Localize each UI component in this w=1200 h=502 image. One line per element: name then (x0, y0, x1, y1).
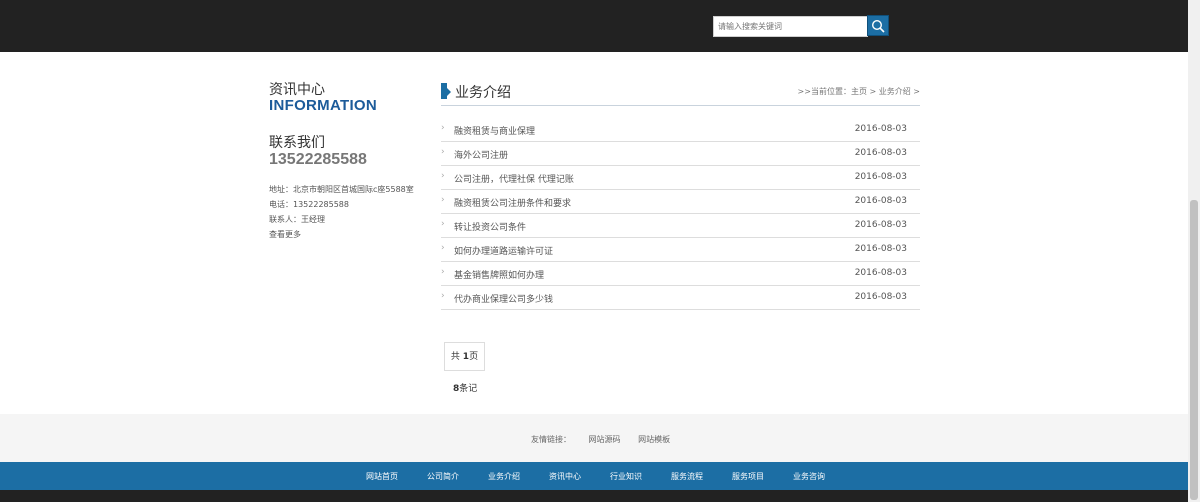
article-title[interactable]: 代办商业保理公司多少钱 (454, 292, 553, 305)
article-date: 2016-08-03 (854, 196, 907, 206)
nav-item-business[interactable]: 业务介绍 (488, 471, 520, 482)
search-input[interactable] (713, 16, 868, 37)
nav-item-knowledge[interactable]: 行业知识 (610, 471, 642, 482)
contact-address: 地址：北京市朝阳区首城国际c座5588室 (269, 185, 414, 194)
search-button[interactable] (867, 15, 889, 36)
sidebar-subtitle: INFORMATION (269, 97, 378, 114)
bottom-bar (0, 490, 1188, 502)
chevron-right-icon: › (441, 123, 445, 133)
record-count: 8条记 (453, 381, 477, 394)
friend-link[interactable]: 网站模板 (638, 435, 670, 444)
article-list: › 融资租赁与商业保理 2016-08-03 › 海外公司注册 2016-08-03 ›… (441, 118, 920, 310)
article-date: 2016-08-03 (854, 124, 907, 134)
contact-phone: 13522285588 (269, 151, 367, 168)
footer-nav: 网站首页 公司简介 业务介绍 资讯中心 行业知识 服务流程 服务项目 业务咨询 (0, 462, 1188, 490)
see-more-link[interactable]: 查看更多 (269, 227, 429, 242)
article-title[interactable]: 融资租赁与商业保理 (454, 124, 535, 137)
article-date: 2016-08-03 (854, 244, 907, 254)
list-item[interactable]: › 代办商业保理公司多少钱 2016-08-03 (441, 286, 920, 310)
article-date: 2016-08-03 (854, 172, 907, 182)
page-scrollbar[interactable] (1188, 0, 1200, 502)
article-date: 2016-08-03 (854, 268, 907, 278)
friend-link[interactable]: 网站源码 (589, 435, 621, 444)
nav-item-process[interactable]: 服务流程 (671, 471, 703, 482)
article-title[interactable]: 转让投资公司条件 (454, 220, 526, 233)
search-icon (871, 19, 885, 33)
sidebar-title: 资讯中心 (269, 82, 325, 98)
list-item[interactable]: › 如何办理道路运输许可证 2016-08-03 (441, 238, 920, 262)
friend-links-bar: 友情链接： 网站源码 网站模板 (0, 414, 1188, 462)
list-item[interactable]: › 融资租赁与商业保理 2016-08-03 (441, 118, 920, 142)
chevron-right-icon: › (441, 291, 445, 301)
chevron-right-icon: › (441, 195, 445, 205)
nav-item-about[interactable]: 公司简介 (427, 471, 459, 482)
article-date: 2016-08-03 (854, 148, 907, 158)
article-title[interactable]: 海外公司注册 (454, 148, 508, 161)
contact-tel: 电话：13522285588 (269, 200, 349, 209)
list-item[interactable]: › 海外公司注册 2016-08-03 (441, 142, 920, 166)
main-content: 业务介绍 >>当前位置：主页 > 业务介绍 > › 融资租赁与商业保理 2016-0… (441, 80, 920, 310)
friend-links: 友情链接： 网站源码 网站模板 (531, 434, 685, 445)
breadcrumb[interactable]: >>当前位置：主页 > 业务介绍 > (798, 86, 920, 97)
nav-item-services[interactable]: 服务项目 (732, 471, 764, 482)
chevron-right-icon: › (441, 219, 445, 229)
friend-links-label: 友情链接： (531, 435, 571, 444)
top-header (0, 0, 1188, 52)
chevron-right-icon: › (441, 171, 445, 181)
list-item[interactable]: › 基金销售牌照如何办理 2016-08-03 (441, 262, 920, 286)
article-date: 2016-08-03 (854, 292, 907, 302)
scrollbar-thumb[interactable] (1190, 200, 1198, 500)
page-title: 业务介绍 (455, 85, 511, 101)
contact-person: 联系人：王经理 (269, 215, 325, 224)
chevron-right-icon: › (441, 147, 445, 157)
list-item[interactable]: › 公司注册，代理社保 代理记账 2016-08-03 (441, 166, 920, 190)
list-item[interactable]: › 转让投资公司条件 2016-08-03 (441, 214, 920, 238)
contact-title: 联系我们 (269, 135, 325, 151)
list-item[interactable]: › 融资租赁公司注册条件和要求 2016-08-03 (441, 190, 920, 214)
pager-suffix: 页 (469, 352, 479, 362)
record-count-suffix: 条记 (459, 384, 478, 394)
article-title[interactable]: 基金销售牌照如何办理 (454, 268, 544, 281)
pagination-total: 共 1页 (444, 342, 485, 371)
nav-item-home[interactable]: 网站首页 (366, 471, 398, 482)
header-accent-notch (447, 88, 451, 96)
sidebar: 资讯中心 INFORMATION 联系我们 13522285588 地址：北京市… (269, 82, 429, 242)
article-title[interactable]: 公司注册，代理社保 代理记账 (454, 172, 574, 185)
chevron-right-icon: › (441, 267, 445, 277)
nav-item-news[interactable]: 资讯中心 (549, 471, 581, 482)
pager-prefix: 共 (450, 352, 463, 362)
nav-item-consult[interactable]: 业务咨询 (793, 471, 825, 482)
section-header: 业务介绍 >>当前位置：主页 > 业务介绍 > (441, 80, 920, 106)
chevron-right-icon: › (441, 243, 445, 253)
article-title[interactable]: 融资租赁公司注册条件和要求 (454, 196, 571, 209)
article-date: 2016-08-03 (854, 220, 907, 230)
article-title[interactable]: 如何办理道路运输许可证 (454, 244, 553, 257)
